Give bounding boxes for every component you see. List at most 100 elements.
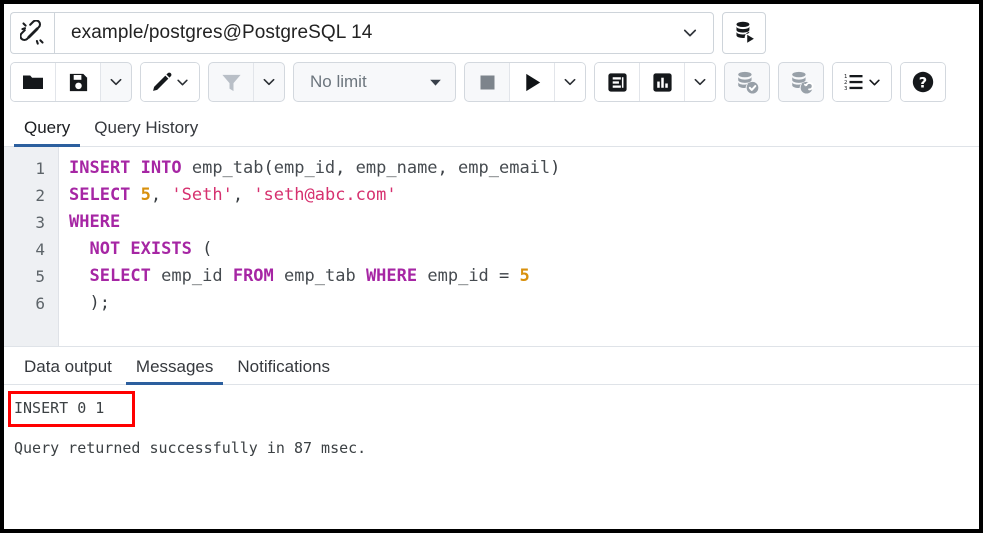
database-rollback-icon[interactable] [779,63,823,101]
sql-token-kw: INSERT INTO [69,158,182,178]
sql-token-str: 'seth@abc.com' [253,185,396,205]
sql-token-idn: emp_id [427,266,488,286]
sql-token-pun [192,239,202,259]
rollback-button-group [778,62,824,102]
filter-dropdown-button[interactable] [254,63,284,101]
sql-token-pun: ( [264,158,274,178]
sql-token-pun: ); [89,293,109,313]
tab-notifications-label: Notifications [237,357,330,376]
sql-token-pun [274,266,284,286]
sql-token-pun [417,266,427,286]
caret-down-icon[interactable] [428,75,443,90]
sql-token-pun: = [499,266,509,286]
tab-data-output-label: Data output [24,357,112,376]
edit-dropdown-button[interactable] [175,75,190,90]
sql-token-pun [223,266,233,286]
sql-token-num: 5 [520,266,530,286]
question-circle-icon[interactable]: ? [901,63,945,101]
database-commit-icon[interactable] [725,63,769,101]
line-number: 3 [4,209,58,236]
sql-code-area[interactable]: INSERT INTO emp_tab(emp_id, emp_name, em… [59,147,979,346]
save-dropdown-button[interactable] [101,63,131,101]
database-connect-icon[interactable] [722,12,766,54]
help-button-group: ? [900,62,946,102]
sql-token-kw: WHERE [69,212,120,232]
query-status-line: Query returned successfully in 87 msec. [14,437,979,459]
sql-token-pun: , [233,185,253,205]
save-file-button[interactable] [56,63,100,101]
chevron-down-icon[interactable] [681,24,699,42]
sql-token-pun [489,266,499,286]
tab-query-history[interactable]: Query History [82,114,210,146]
sql-token-pun [151,266,161,286]
sql-token-pun [69,266,89,286]
row-limit-value: No limit [310,72,367,92]
tab-query[interactable]: Query [12,114,82,146]
sql-token-idn: emp_id [161,266,222,286]
line-number: 5 [4,263,58,290]
macros-dropdown-button[interactable] [867,75,882,90]
explain-button-group [594,62,716,102]
sql-token-idn: emp_tab [192,158,264,178]
sql-token-kw: FROM [233,266,274,286]
sql-line: INSERT INTO emp_tab(emp_id, emp_name, em… [69,155,979,182]
sql-token-num: 5 [141,185,151,205]
numbered-list-icon[interactable]: 123 [833,63,891,101]
open-file-button[interactable] [11,63,55,101]
execute-dropdown-button[interactable] [555,63,585,101]
sql-token-idn: emp_email [458,158,550,178]
messages-pane: INSERT 0 1 Query returned successfully i… [4,385,979,525]
sql-token-kw: NOT EXISTS [89,239,191,259]
edit-button[interactable] [141,63,199,101]
sql-token-pun [130,185,140,205]
sql-token-kw: SELECT [69,185,130,205]
connection-select[interactable]: example/postgres@PostgreSQL 14 [54,12,714,54]
sql-token-pun [69,293,89,313]
sql-line: ); [69,290,979,317]
sql-token-pun: , [438,158,458,178]
tab-query-history-label: Query History [94,118,198,137]
stop-query-button[interactable] [465,63,509,101]
tab-query-label: Query [24,118,70,137]
filter-button[interactable] [209,63,253,101]
tab-data-output[interactable]: Data output [12,353,124,384]
tab-messages-label: Messages [136,357,213,376]
edit-button-group [140,62,200,102]
sql-line: NOT EXISTS ( [69,236,979,263]
sql-token-pun: ( [202,239,212,259]
broken-link-icon [10,12,54,54]
row-limit-select[interactable]: No limit [293,62,456,102]
sql-token-pun [356,266,366,286]
svg-text:3: 3 [844,86,847,92]
sql-token-idn: emp_tab [284,266,356,286]
execute-query-button[interactable] [510,63,554,101]
svg-text:?: ? [919,75,927,91]
sql-token-pun: ) [550,158,560,178]
commit-button-group [724,62,770,102]
line-number: 1 [4,155,58,182]
file-button-group [10,62,132,102]
explain-dropdown-button[interactable] [685,63,715,101]
output-tab-bar: Data output Messages Notifications [4,347,979,385]
tab-notifications[interactable]: Notifications [225,353,342,384]
sql-token-pun: , [335,158,355,178]
sql-line: WHERE [69,209,979,236]
pgadmin-query-tool-window: example/postgres@PostgreSQL 14 [0,0,983,533]
sql-token-kw: WHERE [366,266,417,286]
sql-token-idn: emp_id [274,158,335,178]
execute-button-group [464,62,586,102]
sql-token-pun [69,239,89,259]
insert-result-line: INSERT 0 1 [14,397,979,419]
query-toolbar: No limit [4,57,979,107]
tab-messages[interactable]: Messages [124,353,225,384]
line-number: 4 [4,236,58,263]
line-number: 2 [4,182,58,209]
macros-button-group: 123 [832,62,892,102]
sql-editor[interactable]: 1 2 3 4 5 6 INSERT INTO emp_tab(emp_id, … [4,147,979,347]
explain-e-icon[interactable] [595,63,639,101]
sql-token-idn: emp_name [356,158,438,178]
spacer [14,419,979,437]
explain-analyze-chart-icon[interactable] [640,63,684,101]
line-number: 6 [4,290,58,317]
sql-token-kw: SELECT [89,266,150,286]
